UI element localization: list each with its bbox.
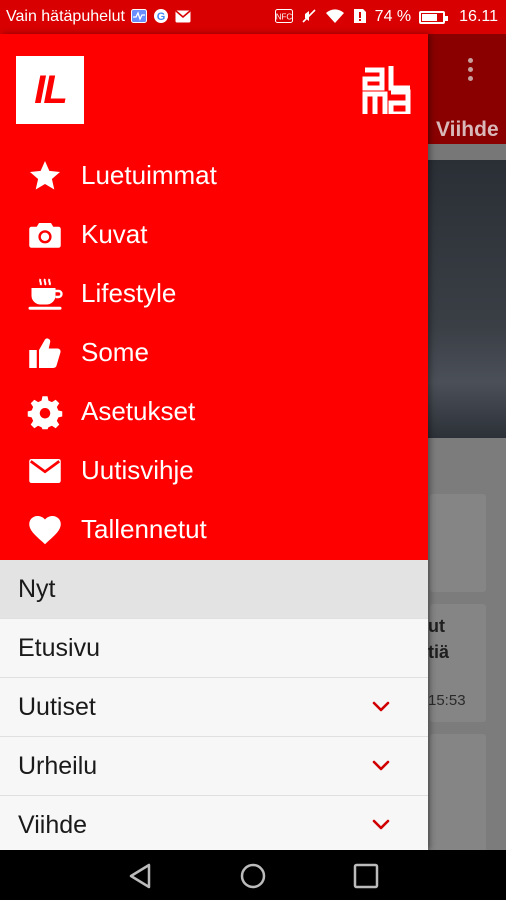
- home-button[interactable]: [239, 862, 267, 890]
- background-story-time: 15:53: [428, 692, 466, 709]
- thumbs-up-icon: [26, 334, 64, 372]
- status-bar: Vain hätäpuhelut G NFC 74 % 16.11: [0, 0, 506, 34]
- nav-item-some[interactable]: Some: [0, 323, 428, 382]
- nav-item-label: Kuvat: [81, 219, 148, 249]
- section-label: Viihde: [18, 810, 88, 839]
- camera-icon: [26, 216, 64, 254]
- system-navigation-bar: [0, 850, 506, 900]
- section-label: Uutiset: [18, 692, 96, 721]
- google-icon: G: [153, 8, 169, 26]
- star-icon: [26, 157, 64, 195]
- nav-item-label: Lifestyle: [81, 278, 177, 308]
- heart-icon: [26, 511, 64, 549]
- background-tab[interactable]: Viihde: [436, 118, 499, 142]
- nav-item-kuvat[interactable]: Kuvat: [0, 205, 428, 264]
- sim-alert-icon: [353, 8, 367, 26]
- section-item-etusivu[interactable]: Etusivu: [0, 619, 428, 678]
- nav-item-label: Asetukset: [81, 396, 196, 426]
- drawer-header: IL Luetuimmat Kuvat Lifestyle Some Asetukset…: [0, 34, 428, 560]
- chevron-down-icon[interactable]: [371, 759, 391, 773]
- coffee-cup-icon: [26, 275, 64, 313]
- back-button[interactable]: [127, 862, 155, 890]
- section-label: Urheilu: [18, 751, 98, 780]
- iltalehti-logo[interactable]: IL: [16, 56, 84, 124]
- section-item-urheilu[interactable]: Urheilu: [0, 737, 428, 796]
- nav-item-label: Uutisvihje: [81, 455, 194, 485]
- battery-percent: 74 %: [374, 8, 412, 25]
- section-item-viihde[interactable]: Viihde: [0, 796, 428, 850]
- nav-item-luetuimmat[interactable]: Luetuimmat: [0, 146, 428, 205]
- gmail-icon: [175, 9, 191, 25]
- section-item-uutiset[interactable]: Uutiset: [0, 678, 428, 737]
- section-label: Etusivu: [18, 633, 100, 662]
- logo-text: IL: [34, 67, 68, 112]
- nav-item-asetukset[interactable]: Asetukset: [0, 382, 428, 441]
- svg-text:NFC: NFC: [275, 13, 292, 22]
- nav-item-uutisvihje[interactable]: Uutisvihje: [0, 441, 428, 500]
- chevron-down-icon[interactable]: [371, 700, 391, 714]
- navigation-drawer: IL Luetuimmat Kuvat Lifestyle Some Asetukset…: [0, 34, 428, 850]
- nav-item-label: Luetuimmat: [81, 160, 217, 190]
- nfc-icon: NFC: [274, 9, 293, 25]
- nav-item-label: Some: [81, 337, 149, 367]
- background-card[interactable]: [430, 734, 486, 854]
- alma-logo: [362, 66, 412, 117]
- section-label: Nyt: [18, 574, 56, 603]
- nav-item-label: Tallennetut: [81, 514, 207, 544]
- nav-item-tallennetut[interactable]: Tallennetut: [0, 500, 428, 559]
- background-card[interactable]: [430, 494, 486, 592]
- wifi-icon: [325, 8, 345, 26]
- health-app-icon: [130, 9, 147, 25]
- mute-icon: [301, 8, 317, 26]
- overflow-menu-icon[interactable]: [468, 58, 473, 85]
- background-story-text: ut: [428, 616, 445, 636]
- chevron-down-icon[interactable]: [371, 818, 391, 832]
- section-item-nyt[interactable]: Nyt: [0, 560, 428, 619]
- recents-button[interactable]: [352, 862, 380, 890]
- battery-icon: [419, 10, 449, 24]
- carrier-label: Vain hätäpuhelut: [6, 8, 125, 25]
- envelope-icon: [26, 452, 64, 490]
- nav-item-lifestyle[interactable]: Lifestyle: [0, 264, 428, 323]
- gear-icon: [26, 393, 64, 431]
- background-story-text: tiä: [428, 642, 450, 662]
- clock: 16.11: [459, 8, 498, 25]
- svg-text:G: G: [157, 11, 166, 23]
